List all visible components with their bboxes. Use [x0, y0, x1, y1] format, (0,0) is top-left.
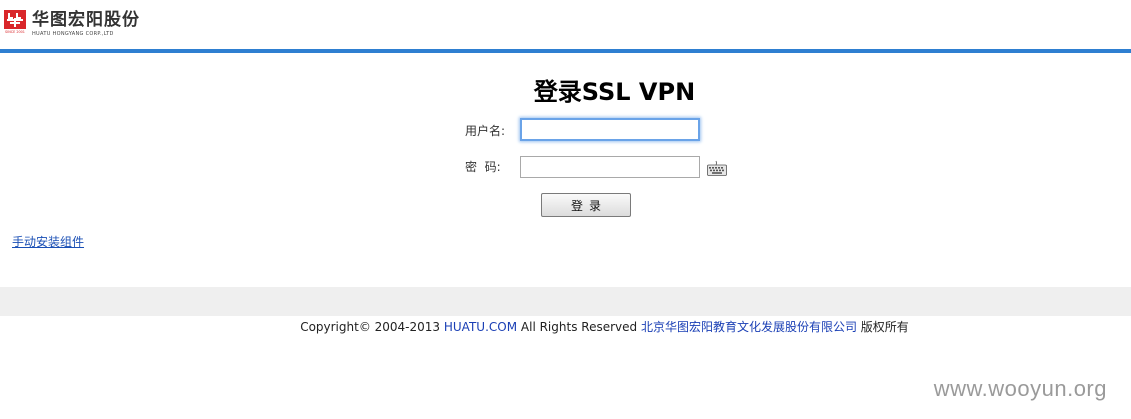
- password-input[interactable]: [520, 156, 700, 178]
- login-button[interactable]: 登录: [541, 193, 631, 217]
- page-title: 登录SSL VPN: [533, 78, 696, 106]
- manual-install-link[interactable]: 手动安装组件: [12, 233, 84, 250]
- header-accent-bar: [0, 49, 1131, 53]
- logo-mark-caption: SINCE 2001: [5, 30, 25, 34]
- keyboard-icon[interactable]: [707, 160, 727, 176]
- logo-mark-icon: SINCE 2001: [4, 10, 26, 34]
- watermark-text: www.wooyun.org: [933, 376, 1107, 401]
- password-label: 密 码:: [465, 160, 501, 174]
- company-logo[interactable]: SINCE 2001 华图宏阳股份 HUATU HONGYANG CORP.,L…: [4, 10, 140, 38]
- rights-text: All Rights Reserved: [520, 320, 638, 334]
- footer: Copyright© 2004-2013 HUATU.COM All Right…: [0, 318, 1131, 335]
- username-input[interactable]: [520, 118, 700, 141]
- username-label: 用户名:: [465, 124, 506, 138]
- huatu-site-link[interactable]: HUATU.COM: [444, 320, 517, 334]
- header: SINCE 2001 华图宏阳股份 HUATU HONGYANG CORP.,L…: [0, 0, 1131, 50]
- copyright-suffix: 版权所有: [860, 320, 909, 334]
- copyright-text: Copyright© 2004-2013: [300, 320, 441, 334]
- footer-band: [0, 287, 1131, 316]
- company-link[interactable]: 北京华图宏阳教育文化发展股份有限公司: [641, 320, 857, 334]
- logo-chinese-name: 华图宏阳股份: [32, 10, 140, 30]
- logo-english-name: HUATU HONGYANG CORP.,LTD: [32, 31, 114, 37]
